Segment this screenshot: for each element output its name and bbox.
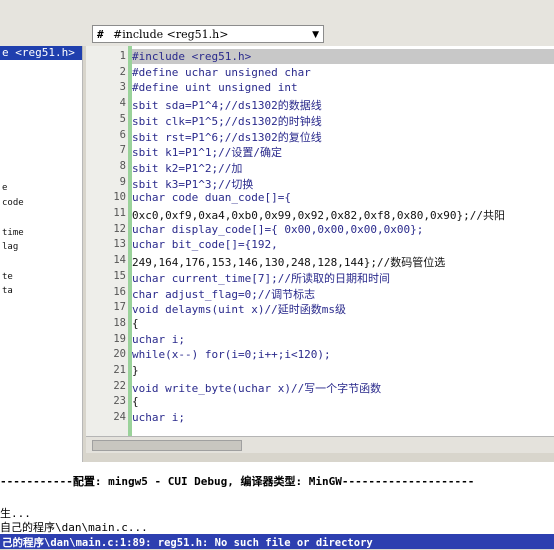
line-number: 2: [119, 66, 126, 78]
line-number: 12: [113, 223, 126, 235]
symbol-dropdown-value: #include <reg51.h>: [113, 28, 229, 41]
line-number: 3: [119, 81, 126, 93]
code-line[interactable]: #define uint unsigned int: [132, 81, 298, 94]
code-line[interactable]: uchar current_time[7];//所读取的日期和时间: [132, 270, 390, 286]
line-number: 10: [113, 191, 126, 203]
chevron-down-icon[interactable]: ▼: [312, 26, 319, 44]
line-number: 19: [113, 333, 126, 345]
class-browser-item[interactable]: code: [2, 198, 24, 208]
code-line[interactable]: #define uchar unsigned char: [132, 66, 311, 79]
code-line[interactable]: sbit k2=P1^2;//加: [132, 160, 242, 176]
line-number: 20: [113, 348, 126, 360]
symbol-dropdown[interactable]: # #include <reg51.h> ▼: [92, 25, 324, 43]
code-line[interactable]: uchar code duan_code[]={: [132, 191, 291, 204]
code-line[interactable]: 0xc0,0xf9,0xa4,0xb0,0x99,0x92,0x82,0xf8,…: [132, 207, 505, 223]
line-number: 23: [113, 395, 126, 407]
code-line[interactable]: sbit rst=P1^6;//ds1302的复位线: [132, 129, 322, 145]
class-browser-item[interactable]: ta: [2, 286, 13, 296]
class-browser-item[interactable]: e: [2, 183, 7, 193]
class-browser-selected-item[interactable]: e <reg51.h>: [0, 46, 82, 60]
line-number: 16: [113, 286, 126, 298]
output-line: 自己的程序\dan\main.c...: [0, 521, 148, 534]
line-number: 18: [113, 317, 126, 329]
line-number: 21: [113, 364, 126, 376]
code-line[interactable]: }: [132, 364, 139, 377]
line-number: 1: [119, 50, 126, 62]
line-number: 13: [113, 238, 126, 250]
code-line[interactable]: {: [132, 395, 139, 408]
code-line[interactable]: 249,164,176,153,146,130,248,128,144};//数…: [132, 254, 445, 270]
error-message: 己的程序\dan\main.c:1:89: reg51.h: No such f…: [2, 537, 373, 549]
compile-config-line: -----------配置: mingw5 - CUI Debug, 编译器类型…: [0, 475, 475, 488]
symbol-hash-icon: #: [97, 28, 104, 41]
code-line[interactable]: void delayms(uint x)//延时函数ms级: [132, 301, 346, 317]
code-line[interactable]: char adjust_flag=0;//调节标志: [132, 286, 315, 302]
code-line[interactable]: #include <reg51.h>: [132, 50, 251, 63]
line-number: 11: [113, 207, 126, 219]
code-line[interactable]: uchar display_code[]={ 0x00,0x00,0x00,0x…: [132, 223, 423, 236]
code-line[interactable]: sbit clk=P1^5;//ds1302的时钟线: [132, 113, 322, 129]
line-number: 6: [119, 129, 126, 141]
code-line[interactable]: void write_byte(uchar x)//写一个字节函数: [132, 380, 381, 396]
line-number: 9: [119, 176, 126, 188]
scrollbar-thumb[interactable]: [92, 440, 242, 451]
line-number: 5: [119, 113, 126, 125]
line-number: 17: [113, 301, 126, 313]
class-browser-item[interactable]: lag: [2, 242, 18, 252]
code-line[interactable]: while(x--) for(i=0;i++;i<120);: [132, 348, 331, 361]
code-line[interactable]: uchar i;: [132, 333, 185, 346]
code-line[interactable]: sbit sda=P1^4;//ds1302的数据线: [132, 97, 322, 113]
line-number: 8: [119, 160, 126, 172]
line-number: 22: [113, 380, 126, 392]
code-line[interactable]: sbit k1=P1^1;//设置/确定: [132, 144, 282, 160]
line-number: 14: [113, 254, 126, 266]
line-number: 15: [113, 270, 126, 282]
code-line[interactable]: {: [132, 317, 139, 330]
line-number: 4: [119, 97, 126, 109]
class-browser-item[interactable]: time: [2, 228, 24, 238]
line-number: 7: [119, 144, 126, 156]
class-browser-panel: e <reg51.h> e code time lag te ta: [0, 46, 83, 466]
line-number: 24: [113, 411, 126, 423]
class-browser-item[interactable]: te: [2, 272, 13, 282]
code-line[interactable]: sbit k3=P1^3;//切换: [132, 176, 253, 192]
code-line[interactable]: uchar bit_code[]={192,: [132, 238, 278, 251]
code-line[interactable]: uchar i;: [132, 411, 185, 424]
